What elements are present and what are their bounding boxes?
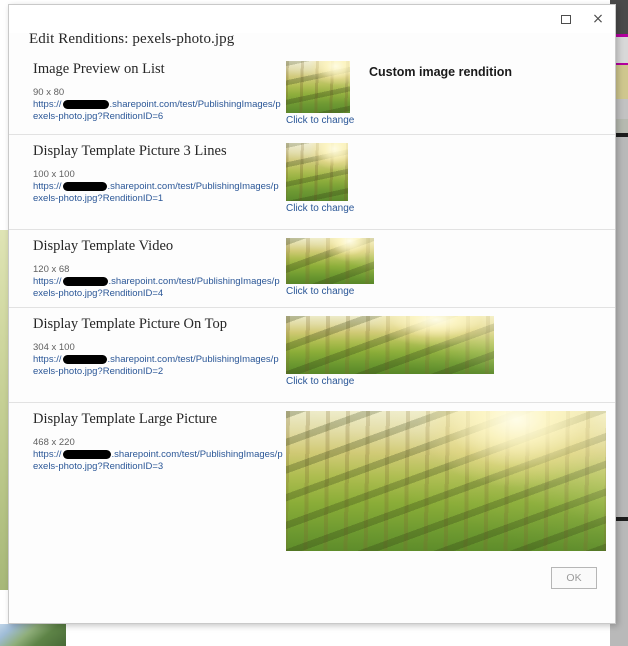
- url-prefix: https://: [33, 449, 62, 460]
- redaction-bar: [62, 277, 108, 286]
- click-to-change-link[interactable]: Click to change: [286, 286, 374, 297]
- rendition-dimensions: 304 x 100: [33, 342, 75, 353]
- rendition-title: Display Template Picture On Top: [33, 316, 227, 332]
- rendition-row: Image Preview on List 90 x 80 https://.s…: [9, 53, 615, 135]
- rendition-dimensions: 120 x 68: [33, 264, 70, 275]
- rendition-row: Display Template Picture 3 Lines 100 x 1…: [9, 135, 615, 230]
- rendition-title: Display Template Large Picture: [33, 411, 218, 427]
- rendition-preview: Click to change: [286, 316, 494, 387]
- redaction-bar: [62, 182, 107, 191]
- rendition-dimensions: 90 x 80: [33, 87, 65, 98]
- rendition-url[interactable]: https://.sharepoint.com/test/PublishingI…: [33, 181, 283, 204]
- rendition-info: Display Template Large Picture 468 x 220…: [33, 411, 283, 472]
- background-thumbnail-left: [0, 230, 8, 590]
- rendition-thumbnail[interactable]: [286, 238, 374, 284]
- rendition-title: Image Preview on List: [33, 61, 165, 77]
- rendition-dimensions: 468 x 220: [33, 437, 75, 448]
- url-prefix: https://: [33, 99, 62, 110]
- rendition-thumbnail[interactable]: [286, 143, 348, 201]
- rendition-preview: Click to change: [286, 143, 354, 214]
- rendition-info: Display Template Picture 3 Lines 100 x 1…: [33, 143, 283, 204]
- custom-rendition-badge: Custom image rendition: [369, 65, 513, 79]
- rendition-thumbnail[interactable]: [286, 316, 494, 374]
- click-to-change-link[interactable]: Click to change: [286, 376, 494, 387]
- rendition-url[interactable]: https://.sharepoint.com/test/PublishingI…: [33, 276, 283, 299]
- url-prefix: https://: [33, 181, 62, 192]
- rendition-row: Display Template Picture On Top 304 x 10…: [9, 308, 615, 403]
- rendition-row: Display Template Video 120 x 68 https://…: [9, 230, 615, 308]
- rendition-url[interactable]: https://.sharepoint.com/test/PublishingI…: [33, 354, 283, 377]
- close-button[interactable]: ×: [587, 9, 609, 29]
- rendition-title: Display Template Picture 3 Lines: [33, 143, 227, 159]
- rendition-preview: Click to change: [286, 61, 354, 126]
- rendition-url[interactable]: https://.sharepoint.com/test/PublishingI…: [33, 449, 283, 472]
- url-prefix: https://: [33, 354, 62, 365]
- ok-button[interactable]: OK: [551, 567, 597, 589]
- restore-icon: [561, 14, 571, 24]
- close-icon: ×: [592, 11, 604, 27]
- rendition-row: Display Template Large Picture 468 x 220…: [9, 403, 615, 573]
- renditions-list: Image Preview on List 90 x 80 https://.s…: [9, 53, 615, 577]
- rendition-thumbnail[interactable]: [286, 411, 606, 559]
- rendition-title: Display Template Video: [33, 238, 174, 254]
- restore-button[interactable]: [555, 9, 577, 29]
- url-prefix: https://: [33, 276, 62, 287]
- dialog-title: Edit Renditions: pexels-photo.jpg: [29, 31, 235, 47]
- rendition-info: Display Template Picture On Top 304 x 10…: [33, 316, 283, 377]
- redaction-bar: [62, 450, 111, 459]
- rendition-url[interactable]: https://.sharepoint.com/test/PublishingI…: [33, 99, 283, 122]
- edit-renditions-dialog: × Edit Renditions: pexels-photo.jpg Imag…: [8, 4, 616, 624]
- rendition-dimensions: 100 x 100: [33, 169, 75, 180]
- dialog-footer: OK: [9, 551, 615, 623]
- click-to-change-link[interactable]: Click to change: [286, 203, 354, 214]
- background-thumbnail-bottom-left: [0, 624, 66, 646]
- rendition-preview: Click to change: [286, 238, 374, 297]
- rendition-thumbnail[interactable]: [286, 61, 350, 113]
- rendition-info: Display Template Video 120 x 68 https://…: [33, 238, 283, 299]
- window-controls: ×: [555, 9, 609, 29]
- redaction-bar: [62, 100, 109, 109]
- redaction-bar: [62, 355, 107, 364]
- click-to-change-link[interactable]: Click to change: [286, 115, 354, 126]
- dialog-titlebar: ×: [9, 5, 615, 33]
- rendition-info: Image Preview on List 90 x 80 https://.s…: [33, 61, 283, 122]
- rendition-preview: Click to change: [286, 411, 606, 572]
